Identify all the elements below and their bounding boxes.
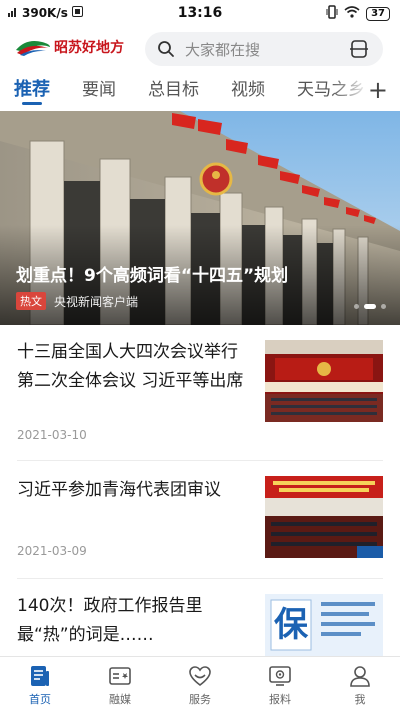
news-date: 2021-03-09 [17, 544, 87, 558]
news-title: 140次！政府工作报告里最“热”的词是…… [17, 596, 203, 645]
status-bar: 390K/s 13:16 37 [0, 0, 400, 28]
nav-service-label: 服务 [189, 693, 211, 706]
app-logo[interactable]: 昭苏好地方 [14, 36, 124, 58]
nav-media[interactable]: 融媒 [80, 657, 160, 711]
carousel-dot-active[interactable] [364, 304, 376, 309]
tab-headlines[interactable]: 要闻 [82, 72, 116, 108]
add-tab-button[interactable]: + [368, 76, 388, 104]
vibrate-icon [326, 5, 338, 23]
hero-meta: 热文 央视新闻客户端 [16, 292, 138, 310]
nav-home[interactable]: 首页 [0, 657, 80, 711]
nav-profile-label: 我 [354, 693, 366, 706]
nav-home-label: 首页 [29, 693, 51, 706]
nav-service[interactable]: 服务 [160, 657, 240, 711]
search-icon [157, 40, 175, 58]
carousel-dot[interactable] [381, 304, 386, 309]
svg-text:保: 保 [274, 605, 309, 645]
status-right: 37 [326, 5, 390, 23]
app-header: 昭苏好地方 大家都在搜 [0, 30, 400, 70]
logo-mark-icon [14, 36, 52, 58]
nav-profile[interactable]: 我 [320, 657, 400, 711]
list-divider [17, 578, 383, 579]
report-icon [268, 664, 292, 688]
list-item[interactable]: 十三届全国人大四次会议举行第二次全体会议 习近平等出席 2021-03-10 [0, 338, 400, 448]
news-title: 十三届全国人大四次会议举行第二次全体会议 习近平等出席 [17, 342, 244, 391]
channel-tabs: 推荐 要闻 总目标 视频 天马之乡 + [0, 72, 400, 108]
tabs-fade [330, 72, 370, 108]
list-item[interactable]: 习近平参加青海代表团审议 2021-03-09 [0, 476, 400, 566]
list-item[interactable]: 140次！政府工作报告里最“热”的词是…… 保 [0, 592, 400, 662]
logo-text: 昭苏好地方 [54, 40, 124, 56]
search-bar[interactable]: 大家都在搜 [145, 32, 383, 66]
news-thumbnail: 保 [265, 594, 383, 656]
bottom-nav: 首页 融媒 服务 报料 我 [0, 656, 400, 711]
battery-icon: 37 [366, 7, 390, 21]
nav-media-label: 融媒 [109, 693, 131, 706]
hot-tag: 热文 [16, 292, 46, 310]
service-icon [188, 664, 212, 688]
list-divider [17, 460, 383, 461]
nav-report[interactable]: 报料 [240, 657, 320, 711]
hero-source: 央视新闻客户端 [54, 294, 139, 309]
news-title: 习近平参加青海代表团审议 [17, 480, 221, 500]
profile-icon [348, 664, 372, 688]
tab-recommend[interactable]: 推荐 [14, 72, 50, 108]
carousel-indicator [354, 304, 386, 309]
search-placeholder: 大家都在搜 [185, 40, 261, 59]
scan-icon[interactable] [349, 39, 369, 59]
hero-banner[interactable]: 划重点！9个高频词看“十四五”规划 热文 央视新闻客户端 [0, 111, 400, 325]
carousel-dot[interactable] [354, 304, 359, 309]
wifi-icon [344, 6, 360, 22]
media-icon [108, 664, 132, 688]
news-thumbnail [265, 340, 383, 422]
hero-title[interactable]: 划重点！9个高频词看“十四五”规划 [16, 261, 288, 286]
nav-report-label: 报料 [269, 693, 291, 706]
home-icon [28, 664, 52, 688]
news-date: 2021-03-10 [17, 428, 87, 442]
news-thumbnail [265, 476, 383, 558]
tab-video[interactable]: 视频 [231, 72, 265, 108]
tab-goals[interactable]: 总目标 [148, 72, 199, 108]
